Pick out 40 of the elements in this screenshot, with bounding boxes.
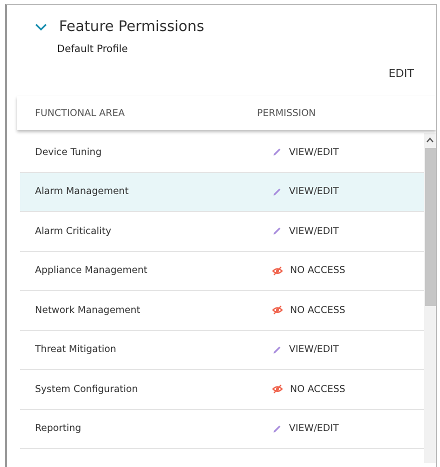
area-cell-text: System Configuration <box>34 384 139 395</box>
table-row[interactable]: Network Management NO ACCESS <box>20 291 424 330</box>
column-header: PERMISSION <box>257 108 316 118</box>
hidden-eye-icon <box>272 266 283 276</box>
permission-label: VIEW/EDIT <box>289 344 339 356</box>
area-cell-text: Appliance Management <box>34 265 148 276</box>
table-row[interactable]: Alarm Management VIEW/EDIT <box>20 172 424 212</box>
pencil-icon <box>272 226 282 236</box>
table-row[interactable]: System Configuration NO ACCESS <box>20 370 424 410</box>
permission-label: NO ACCESS <box>290 304 346 316</box>
area-cell-text: Reporting <box>34 423 82 434</box>
pencil-icon <box>272 424 282 434</box>
chevron-icon[interactable] <box>33 21 49 33</box>
edit-button[interactable]: EDIT <box>386 65 416 82</box>
area-cell-text: Alarm Criticality <box>34 226 112 237</box>
table-row[interactable]: Alarm Criticality VIEW/EDIT <box>20 212 424 252</box>
area-cell-text: Alarm Management <box>34 186 130 198</box>
area-cell-text: Threat Mitigation <box>34 344 118 356</box>
pencil-icon <box>272 147 282 158</box>
permission-label: NO ACCESS <box>290 265 346 276</box>
pencil-icon <box>272 186 282 197</box>
scrollbar-thumb[interactable] <box>424 148 436 306</box>
hidden-eye-icon <box>272 305 283 316</box>
area-cell-text: Device Tuning <box>34 146 103 158</box>
table-row[interactable]: Reporting VIEW/EDIT <box>20 410 424 449</box>
permission-label: NO ACCESS <box>290 384 346 395</box>
permission-label: VIEW/EDIT <box>289 146 339 158</box>
column-header: FUNCTIONAL AREA <box>34 108 126 118</box>
table-row[interactable]: Threat Mitigation VIEW/EDIT <box>20 330 424 370</box>
permission-label: VIEW/EDIT <box>289 186 339 198</box>
permission-label: VIEW/EDIT <box>289 423 339 434</box>
section-title: Feature Permissions <box>59 19 204 35</box>
pencil-icon <box>272 344 282 355</box>
hidden-eye-icon <box>272 384 283 394</box>
table-row[interactable]: Appliance Management NO ACCESS <box>20 252 424 291</box>
area-cell-text: Network Management <box>34 304 142 316</box>
scroll-up-icon[interactable] <box>426 137 434 143</box>
permission-label: VIEW/EDIT <box>289 226 339 237</box>
profile-name: Default Profile <box>56 43 129 55</box>
scrollbar[interactable] <box>424 133 436 463</box>
